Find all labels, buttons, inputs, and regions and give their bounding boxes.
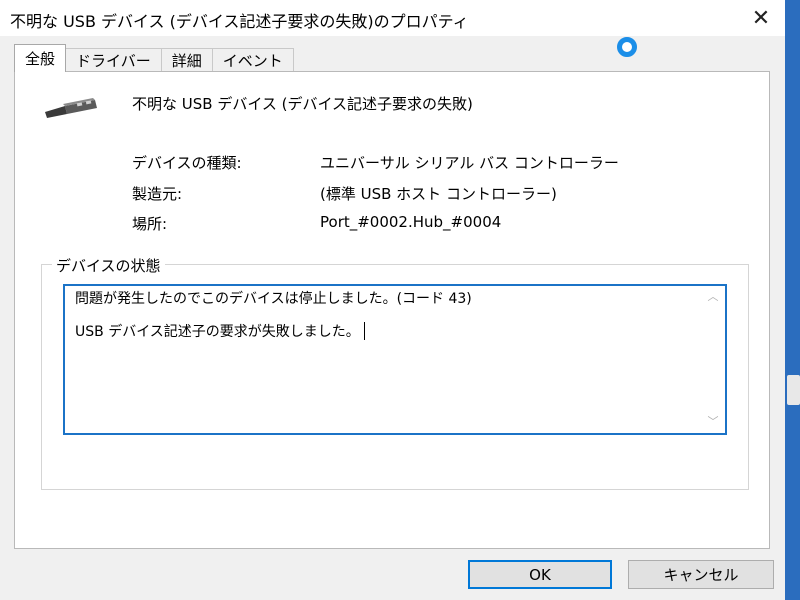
properties-dialog: 不明な USB デバイス (デバイス記述子要求の失敗)のプロパティ ✕ 全般 ド… (0, 0, 785, 600)
status-message-line2-wrap: USB デバイス記述子の要求が失敗しました。 (75, 321, 365, 341)
device-type-value: ユニバーサル シリアル バス コントローラー (320, 154, 619, 172)
tab-details[interactable]: 詳細 (160, 48, 213, 72)
text-caret (363, 322, 365, 340)
cancel-button[interactable]: キャンセル (628, 560, 774, 589)
close-button[interactable]: ✕ (747, 4, 775, 32)
general-tab-panel: 不明な USB デバイス (デバイス記述子要求の失敗) デバイスの種類: ユニバ… (14, 71, 770, 549)
tab-driver[interactable]: ドライバー (65, 48, 162, 72)
scroll-up-arrow-icon[interactable]: ︿ (707, 291, 719, 302)
manufacturer-label: 製造元: (132, 185, 183, 203)
close-icon: ✕ (751, 5, 771, 31)
status-message-line2: USB デバイス記述子の要求が失敗しました。 (75, 324, 360, 340)
usb-connector-icon (45, 98, 97, 118)
tab-general[interactable]: 全般 (14, 44, 67, 72)
status-message-line1: 問題が発生したのでこのデバイスは停止しました。(コード 43) (75, 291, 472, 307)
location-value: Port_#0002.Hub_#0004 (320, 213, 502, 231)
background-desktop-strip (785, 0, 800, 600)
device-type-label: デバイスの種類: (132, 154, 242, 172)
manufacturer-value: (標準 USB ホスト コントローラー) (320, 185, 557, 203)
device-status-textbox[interactable]: 問題が発生したのでこのデバイスは停止しました。(コード 43) USB デバイス… (63, 284, 727, 435)
location-label: 場所: (132, 215, 168, 233)
background-window-edge (787, 375, 800, 405)
tab-strip: 全般 ドライバー 詳細 イベント (14, 44, 294, 72)
ok-button[interactable]: OK (468, 560, 612, 589)
scroll-down-arrow-icon[interactable]: ﹀ (707, 416, 719, 427)
device-name: 不明な USB デバイス (デバイス記述子要求の失敗) (132, 95, 473, 113)
title-bar[interactable]: 不明な USB デバイス (デバイス記述子要求の失敗)のプロパティ ✕ (0, 0, 785, 36)
tab-events[interactable]: イベント (211, 48, 294, 72)
window-title: 不明な USB デバイス (デバイス記述子要求の失敗)のプロパティ (10, 12, 469, 31)
device-status-title: デバイスの状態 (52, 255, 165, 276)
busy-cursor-icon (617, 37, 637, 57)
device-status-group: デバイスの状態 問題が発生したのでこのデバイスは停止しました。(コード 43) … (41, 255, 749, 490)
